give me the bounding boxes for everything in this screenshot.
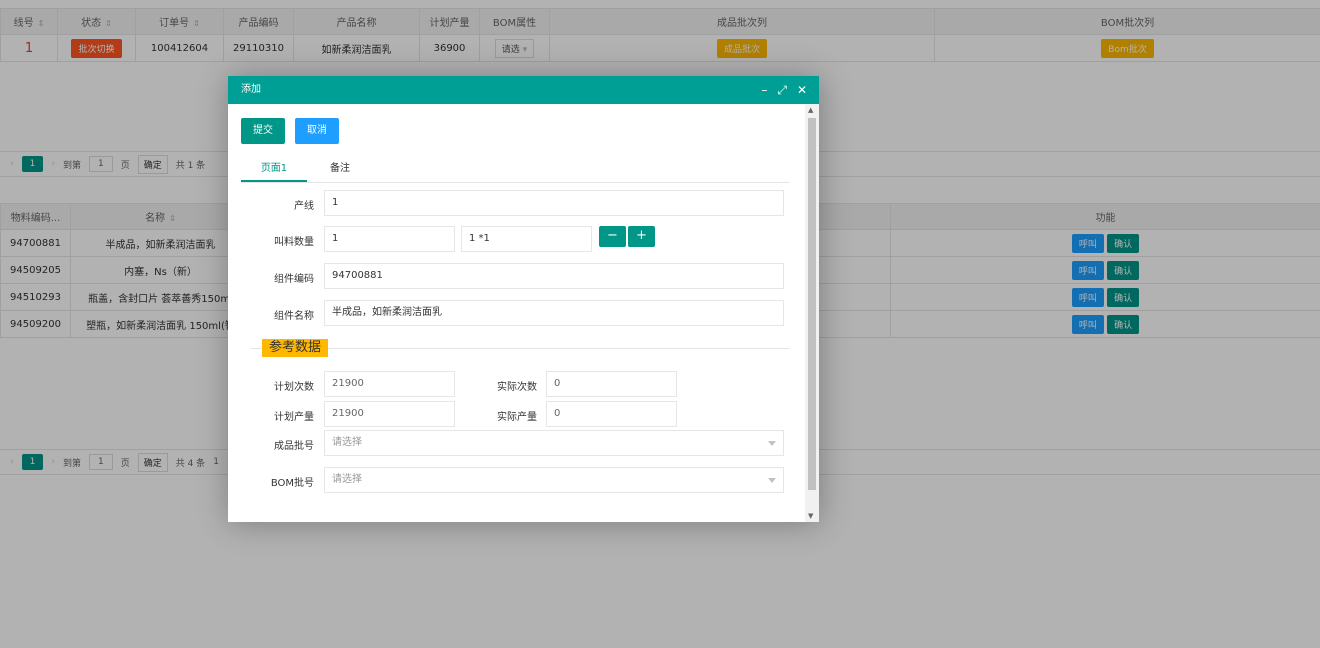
dialog-scrollbar[interactable]: ▲ ▼	[805, 104, 819, 522]
cancel-button[interactable]: 取消	[295, 118, 339, 144]
actual-qty-input[interactable]: 0	[546, 401, 677, 427]
call-qty-label: 叫料数量	[274, 237, 314, 248]
dialog-tabs: 页面1 备注	[241, 156, 790, 183]
call-qty-input[interactable]: 1	[324, 226, 455, 252]
scroll-thumb[interactable]	[808, 118, 816, 490]
submit-button[interactable]: 提交	[241, 118, 285, 144]
add-dialog: 添加 – ⤢ ✕ 提交 取消 页面1 备注 产线 1 叫料数量 1 1 *1 −…	[228, 76, 819, 522]
tab-page1[interactable]: 页面1	[241, 156, 307, 182]
actual-times-label: 实际次数	[497, 382, 537, 393]
actual-times-input[interactable]: 0	[546, 371, 677, 397]
dialog-title: 添加	[241, 84, 261, 95]
chevron-down-icon	[768, 478, 776, 483]
close-icon[interactable]: ✕	[797, 76, 807, 104]
plan-qty-input[interactable]: 21900	[324, 401, 455, 427]
component-name-input[interactable]: 半成品，如新柔润洁面乳	[324, 300, 784, 326]
reference-legend: 参考数据	[262, 339, 329, 357]
plus-button[interactable]: +	[628, 226, 655, 247]
plan-times-label: 计划次数	[274, 382, 314, 393]
dialog-body: 提交 取消 页面1 备注 产线 1 叫料数量 1 1 *1 − + 组件编码 9…	[228, 104, 805, 522]
maximize-icon[interactable]: ⤢	[777, 76, 787, 104]
bom-number-label: BOM批号	[270, 478, 314, 489]
actual-qty-label: 实际产量	[497, 412, 537, 423]
minimize-icon[interactable]: –	[761, 76, 767, 104]
component-code-label: 组件编码	[274, 274, 314, 285]
bom-number-select[interactable]: 请选择	[324, 467, 784, 493]
call-qty-expr-input[interactable]: 1 *1	[461, 226, 592, 252]
line-input[interactable]: 1	[324, 190, 784, 216]
plan-times-input[interactable]: 21900	[324, 371, 455, 397]
reference-divider	[251, 348, 790, 349]
component-code-input[interactable]: 94700881	[324, 263, 784, 289]
batch-number-placeholder: 请选择	[332, 437, 362, 448]
bom-number-placeholder: 请选择	[332, 474, 362, 485]
dialog-titlebar[interactable]: 添加 – ⤢ ✕	[228, 76, 819, 104]
minus-button[interactable]: −	[599, 226, 626, 247]
plan-qty-label: 计划产量	[274, 412, 314, 423]
line-label: 产线	[294, 201, 314, 212]
scroll-down-icon[interactable]: ▼	[808, 512, 813, 520]
batch-number-select[interactable]: 请选择	[324, 430, 784, 456]
tab-remark[interactable]: 备注	[307, 156, 373, 182]
chevron-down-icon	[768, 441, 776, 446]
component-name-label: 组件名称	[274, 311, 314, 322]
scroll-up-icon[interactable]: ▲	[808, 106, 813, 114]
batch-number-label: 成品批号	[274, 441, 314, 452]
